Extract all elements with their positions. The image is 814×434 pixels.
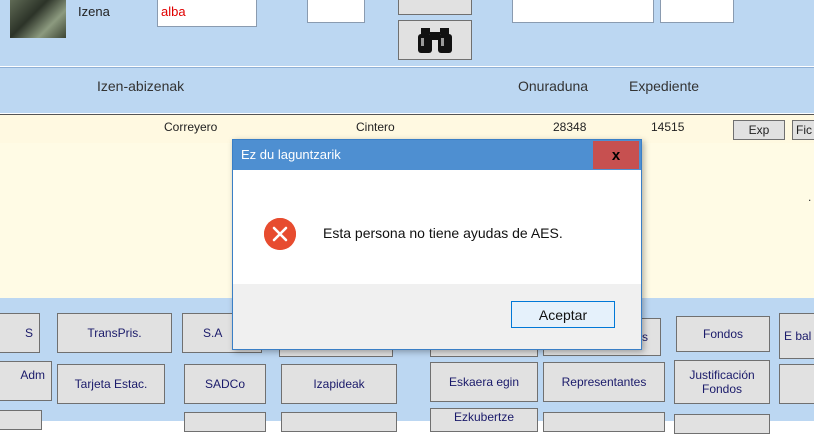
panel-button-row3-6[interactable] bbox=[674, 414, 770, 434]
panel-button-row3-2[interactable] bbox=[184, 412, 266, 432]
panel-button-balance[interactable]: E bal bbox=[779, 313, 814, 359]
name-input-value: alba bbox=[161, 4, 186, 19]
binoculars-icon bbox=[418, 28, 452, 53]
panel-button-ezkubertze[interactable]: Ezkubertze bbox=[430, 408, 538, 432]
panel-button-representantes[interactable]: Representantes bbox=[543, 362, 665, 402]
panel-button-row3-1[interactable] bbox=[0, 410, 42, 430]
panel-button-row3-5[interactable] bbox=[543, 412, 665, 432]
filter-input-2[interactable] bbox=[307, 0, 365, 23]
panel-button-row3-3[interactable] bbox=[281, 412, 397, 432]
person-photo bbox=[10, 0, 66, 38]
fic-button[interactable]: Fic bbox=[792, 120, 814, 140]
close-icon: x bbox=[611, 146, 621, 164]
panel-button-s[interactable]: S bbox=[0, 313, 40, 353]
panel-button-sadco[interactable]: SADCo bbox=[184, 364, 266, 404]
column-header-name: Izen-abizenak bbox=[97, 78, 185, 94]
dialog-title: Ez du laguntzarik bbox=[241, 147, 341, 162]
ok-button[interactable]: Aceptar bbox=[511, 301, 615, 328]
panel-button-eskaera-egin[interactable]: Eskaera egin bbox=[430, 362, 538, 402]
panel-button-fondos[interactable]: Fondos bbox=[676, 316, 770, 352]
dialog-message: Esta persona no tiene ayudas de AES. bbox=[323, 225, 563, 241]
panel-button-extra[interactable] bbox=[779, 364, 814, 404]
panel-button-izapideak[interactable]: Izapideak bbox=[281, 364, 397, 404]
panel-button-justificacion-fondos[interactable]: Justificación Fondos bbox=[674, 360, 770, 404]
cell-file: 14515 bbox=[651, 120, 685, 134]
filter-input-3[interactable] bbox=[512, 0, 654, 23]
panel-button-adm[interactable]: Adm bbox=[0, 361, 52, 401]
name-label: Izena bbox=[78, 4, 110, 19]
search-button[interactable] bbox=[398, 20, 472, 60]
body-mark: . bbox=[808, 190, 812, 204]
cell-surname1: Correyero bbox=[164, 120, 218, 134]
column-header-beneficiary: Onuraduna bbox=[518, 78, 589, 94]
dialog-close-button[interactable]: x bbox=[593, 141, 639, 169]
cell-surname2: Cintero bbox=[356, 120, 395, 134]
panel-button-tarjeta-estac[interactable]: Tarjeta Estac. bbox=[57, 364, 165, 404]
panel-button-transpris[interactable]: TransPris. bbox=[57, 313, 172, 353]
error-x-glyph bbox=[264, 218, 296, 250]
alert-dialog: Ez du laguntzarik x Esta persona no tien… bbox=[232, 139, 642, 350]
cell-beneficiary: 28348 bbox=[553, 120, 587, 134]
column-header-file: Expediente bbox=[629, 78, 700, 94]
top-button[interactable] bbox=[398, 0, 472, 15]
filter-input-4[interactable] bbox=[660, 0, 734, 23]
error-icon bbox=[264, 218, 296, 250]
exp-button[interactable]: Exp bbox=[733, 120, 785, 140]
